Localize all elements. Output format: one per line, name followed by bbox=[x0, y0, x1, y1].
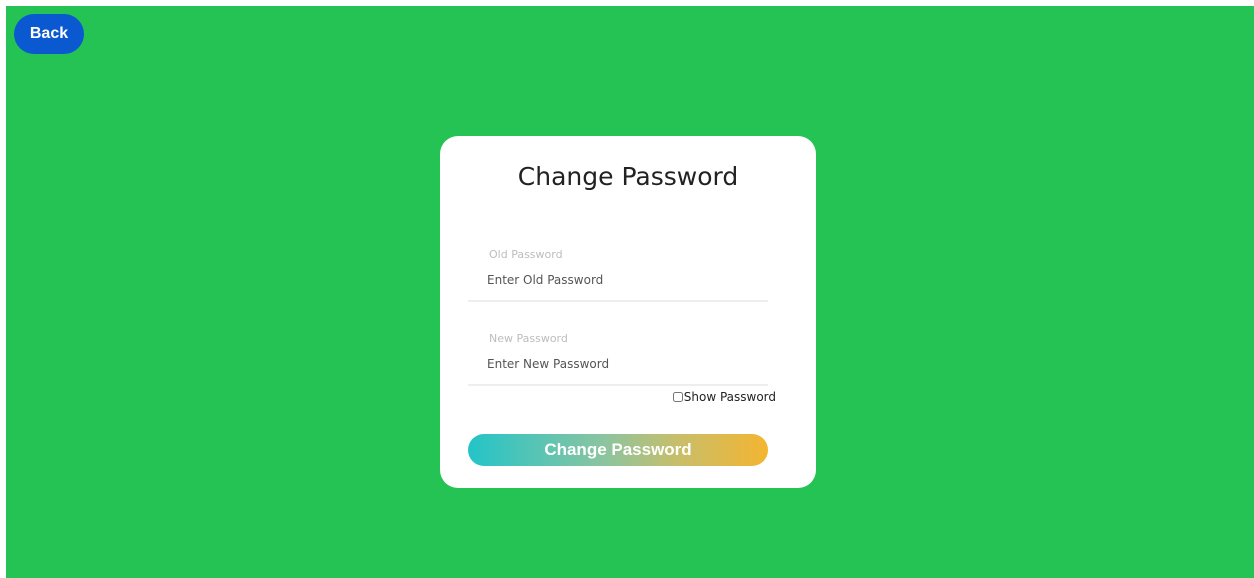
show-password-checkbox[interactable] bbox=[672, 392, 683, 402]
back-button[interactable]: Back bbox=[14, 14, 84, 54]
old-password-label: Old Password bbox=[489, 248, 563, 261]
change-password-card: Change Password Old Password New Passwor… bbox=[440, 136, 816, 488]
show-password-toggle[interactable]: Show Password bbox=[672, 390, 776, 404]
new-password-field: New Password bbox=[468, 322, 768, 386]
new-password-input[interactable] bbox=[487, 354, 757, 374]
old-password-input[interactable] bbox=[487, 270, 757, 290]
page-title: Change Password bbox=[517, 162, 739, 191]
show-password-label: Show Password bbox=[683, 390, 776, 404]
new-password-label: New Password bbox=[489, 332, 568, 345]
old-password-field: Old Password bbox=[468, 238, 768, 302]
page-background: Back Change Password Old Password New Pa… bbox=[6, 6, 1254, 578]
change-password-button[interactable]: Change Password bbox=[468, 434, 768, 466]
